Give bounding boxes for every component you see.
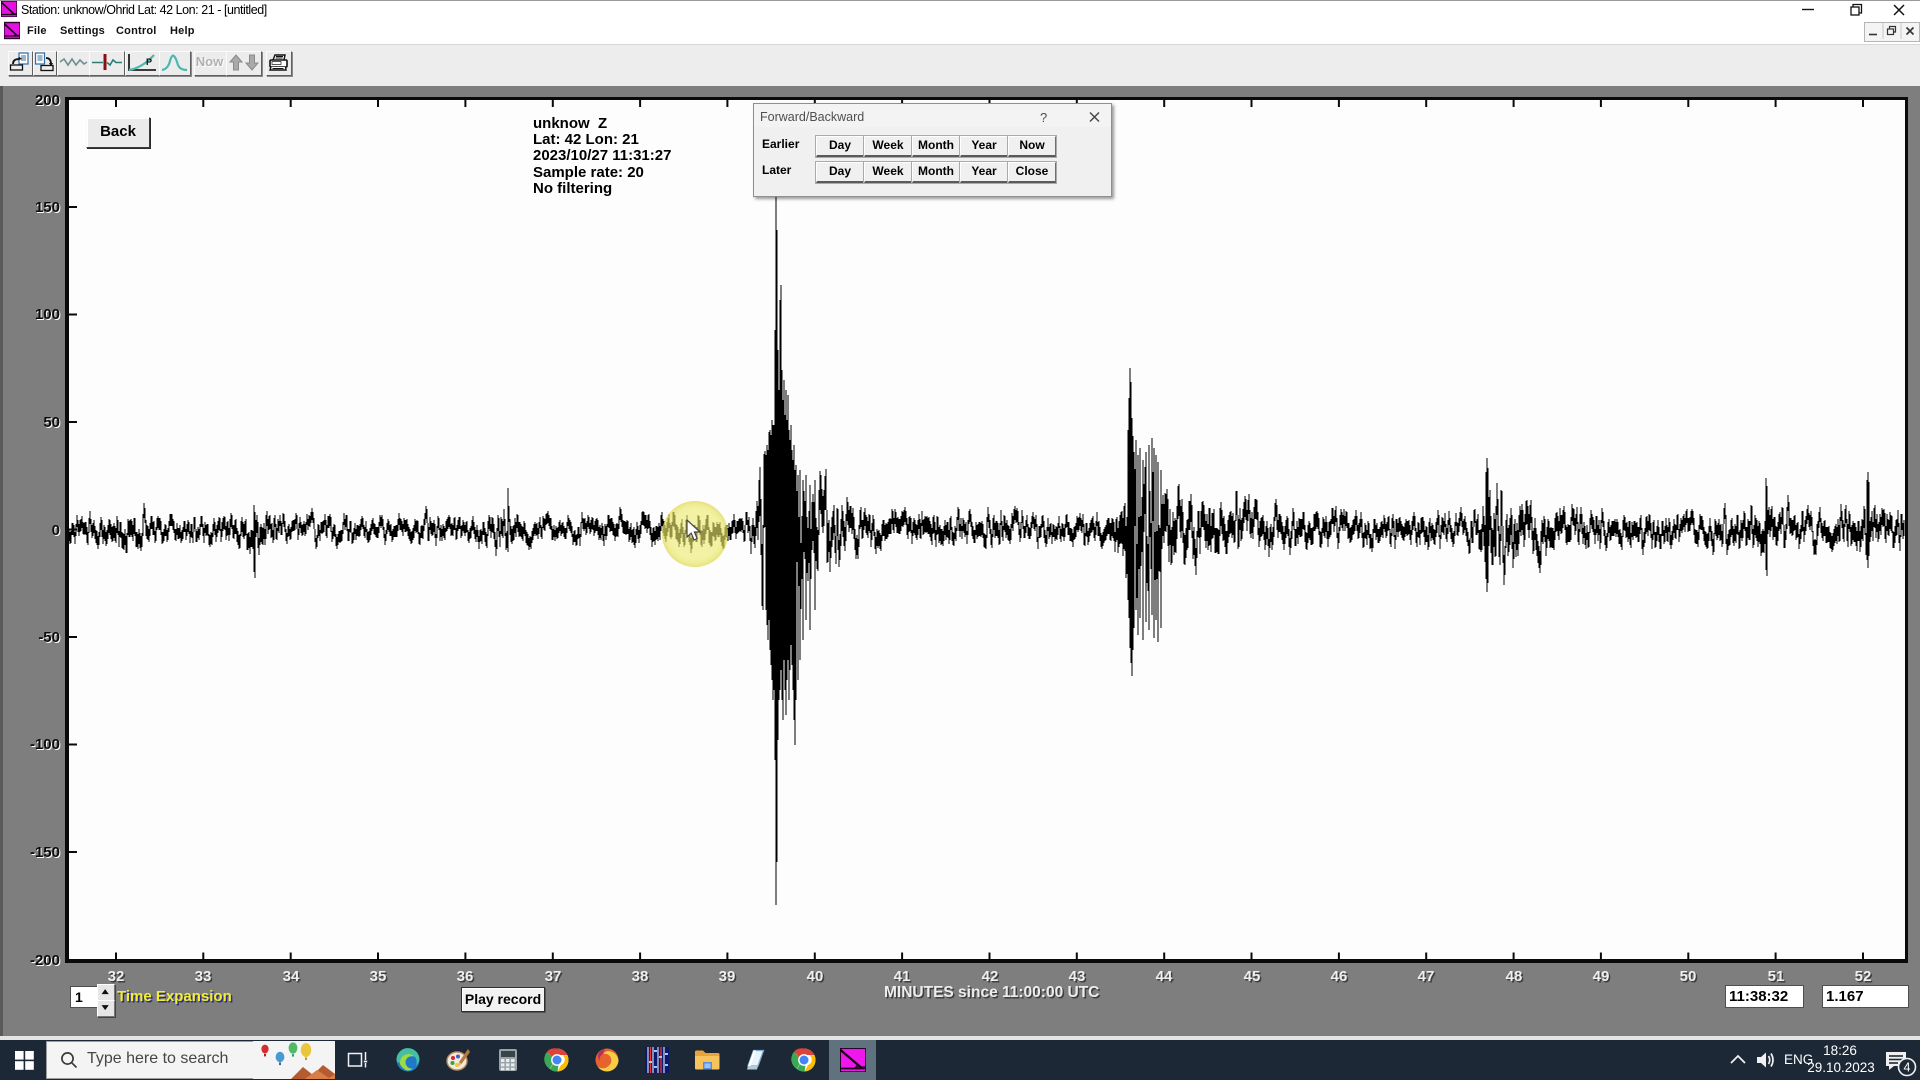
svg-text:4: 4 <box>1904 1061 1911 1075</box>
svg-text:?: ? <box>1040 110 1047 124</box>
